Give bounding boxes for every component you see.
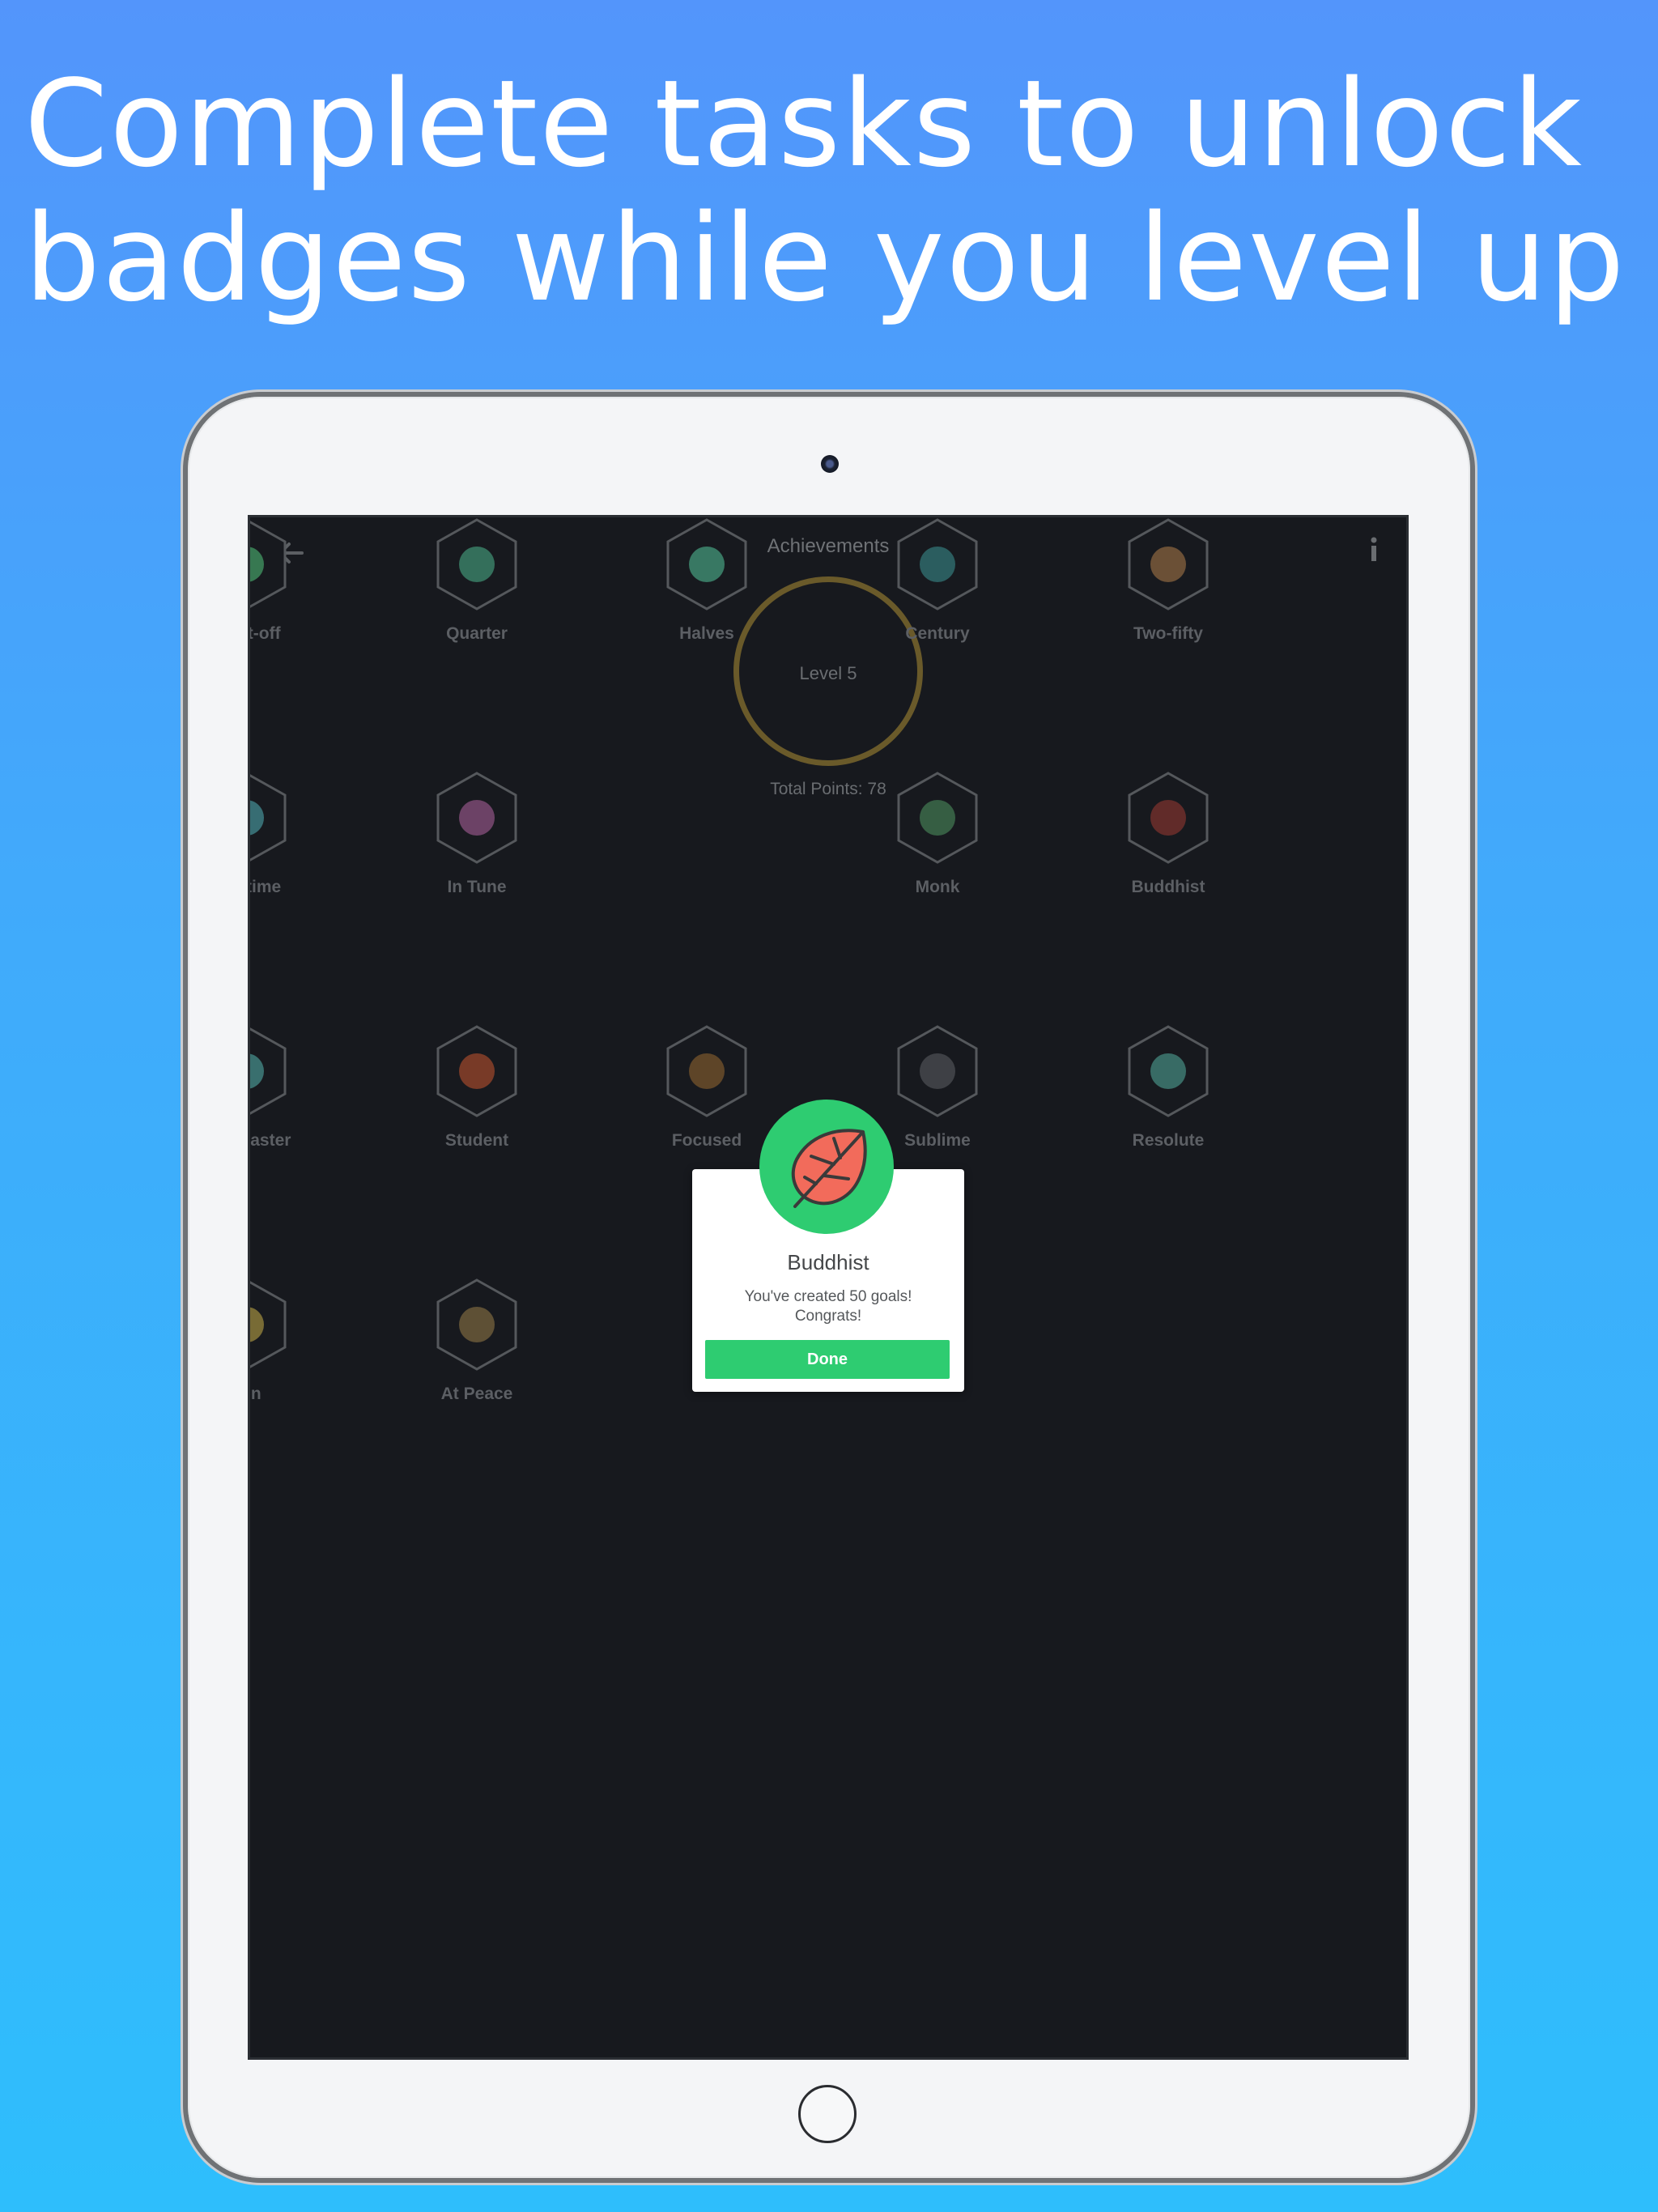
badge-label: Playtime [248,878,282,896]
badge-label: Century [905,624,970,643]
badge-student[interactable]: Student [384,1024,570,1154]
hexagon-icon [897,1025,978,1117]
badge-label: Resolute [1132,1131,1205,1150]
done-button[interactable]: Done [705,1340,950,1379]
calculator-icon [459,800,495,836]
badge-two-fifty[interactable]: Two-fifty [1075,517,1261,647]
hexagon-icon [250,774,287,861]
badge-label: Zen Master [250,1131,291,1150]
badge-label: In Tune [447,878,507,896]
headline-line-1: Complete tasks to unlock [24,54,1584,194]
leaf-icon [1150,800,1186,836]
badge-label: Student [444,1131,509,1150]
hexagon-icon [666,1025,747,1117]
badge-zen[interactable]: Zen [250,1278,339,1407]
satellite-icon [689,547,725,582]
badge-label: Buddhist [1131,878,1205,896]
info-icon[interactable] [1366,534,1382,566]
basketball-icon [459,1053,495,1089]
hexagon-icon [436,1278,517,1371]
badge-label: Halves [679,624,734,643]
badge-in-tune[interactable]: In Tune [384,771,570,900]
hexagon-icon [666,518,747,610]
badge-label: Two-fifty [1133,624,1203,643]
badge-quarter[interactable]: Quarter [384,517,570,647]
hexagon-icon [250,1281,287,1368]
hexagon-icon [897,772,978,864]
badge-century[interactable]: Century [844,517,1031,647]
badge-monk[interactable]: Monk [844,771,1031,900]
badge-label: Quarter [446,624,508,643]
hexagon-icon [250,521,287,608]
home-button[interactable] [798,2085,857,2143]
camera-icon [821,455,839,473]
headline: Complete tasks to unlock badges while yo… [24,57,1643,325]
hexagon-icon [1128,518,1209,610]
star-book-icon [920,800,955,836]
badge-label: Blast-off [248,624,281,643]
scale-icon [459,1307,495,1342]
dice-globe-icon [459,547,495,582]
fountain-pen-icon [920,1053,955,1089]
books-icon [689,1053,725,1089]
app-screen: Achievements Level 5 Total Points: 78 Bl… [248,515,1409,2060]
badge-label: Zen [250,1385,261,1403]
dots-circle-icon [1150,547,1186,582]
leaf-quill-icon [920,547,955,582]
badge-buddhist[interactable]: Buddhist [1075,771,1261,900]
hexagon-icon [1128,1025,1209,1117]
leaf-icon [759,1100,894,1234]
hexagon-icon [436,772,517,864]
paintbrush-icon [1150,1053,1186,1089]
badge-label: At Peace [440,1385,513,1403]
hexagon-icon [436,518,517,610]
hexagon-icon [250,1027,287,1115]
badge-zen-master[interactable]: Zen Master [250,1024,339,1154]
dialog-message-line-2: Congrats! [794,1308,862,1325]
ipad-frame: Achievements Level 5 Total Points: 78 Bl… [188,397,1470,2178]
hexagon-icon [436,1025,517,1117]
dialog-title: Buddhist [787,1250,869,1274]
badge-halves[interactable]: Halves [614,517,800,647]
badge-blast-off[interactable]: Blast-off [248,517,339,647]
headline-line-2: badges while you level up [24,189,1626,328]
badge-resolute[interactable]: Resolute [1075,1024,1261,1154]
badge-label: Monk [915,878,960,896]
level-label: Level 5 [799,663,857,683]
badge-playtime[interactable]: Playtime [248,771,339,900]
hexagon-icon [1128,772,1209,864]
dialog-message-line-1: You've created 50 goals! [744,1288,912,1305]
badge-at-peace[interactable]: At Peace [384,1278,570,1407]
dialog-message: You've created 50 goals! Congrats! [708,1287,948,1326]
hexagon-icon [897,518,978,610]
